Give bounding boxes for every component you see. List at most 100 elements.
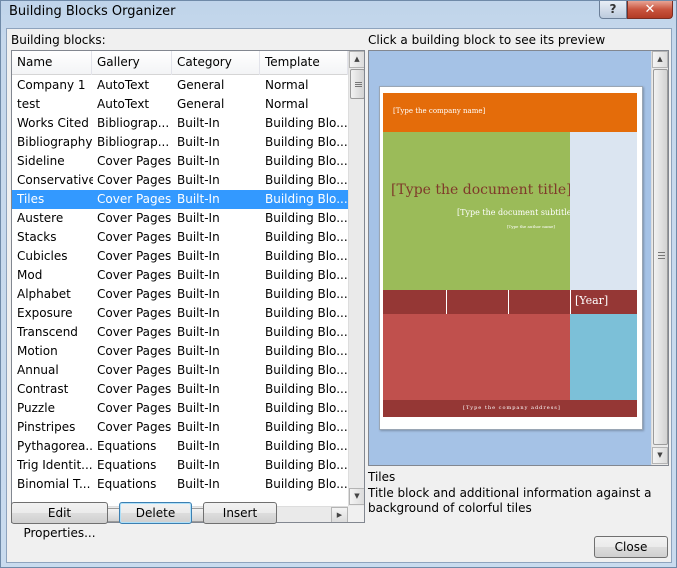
template-cell: Building Blo... <box>265 306 347 320</box>
preview-vertical-scrollbar[interactable]: ▲ ▼ <box>651 51 668 465</box>
list-item[interactable]: Pythagorea... Equations Built-In Building B… <box>12 437 348 456</box>
list-item[interactable]: Bibliography Bibliograp... Built-In Buildin… <box>12 133 348 152</box>
list-item[interactable]: Mod Cover Pages Built-In Building Blo... <box>12 266 348 285</box>
template-cell: Normal <box>265 78 309 92</box>
band-divider <box>570 290 571 314</box>
list-item[interactable]: Contrast Cover Pages Built-In Building Blo.… <box>12 380 348 399</box>
list-item[interactable]: Trig Identit... Equations Built-In Building… <box>12 456 348 475</box>
gallery-cell: Cover Pages <box>97 192 172 206</box>
list-item[interactable]: test AutoText General Normal <box>12 95 348 114</box>
list-item[interactable]: Company 1 AutoText General Normal <box>12 76 348 95</box>
column-header-template[interactable]: Template <box>260 51 348 75</box>
scroll-down-arrow-icon[interactable]: ▼ <box>349 488 364 505</box>
delete-button[interactable]: Delete <box>119 502 192 524</box>
preview-scroll-down-arrow-icon[interactable]: ▼ <box>652 447 668 464</box>
gallery-cell: Cover Pages <box>97 230 172 244</box>
close-window-button[interactable]: ✕ <box>627 1 673 19</box>
column-header-gallery[interactable]: Gallery <box>92 51 172 75</box>
edit-properties-button[interactable]: Edit Properties... <box>11 502 108 540</box>
name-cell: Austere <box>17 211 64 225</box>
scroll-up-arrow-icon[interactable]: ▲ <box>349 51 364 68</box>
category-cell: Built-In <box>177 249 220 263</box>
selected-block-description: Title block and additional information a… <box>368 486 652 515</box>
dialog-title: Building Blocks Organizer <box>9 4 176 19</box>
gallery-cell: Cover Pages <box>97 363 172 377</box>
list-item[interactable]: Conservative Cover Pages Built-In Building … <box>12 171 348 190</box>
category-cell: Built-In <box>177 173 220 187</box>
name-cell: Exposure <box>17 306 73 320</box>
light-blue-tile <box>570 314 637 400</box>
building-blocks-list[interactable]: Name Gallery Category Template Company 1… <box>11 50 365 523</box>
band-divider <box>446 290 447 314</box>
category-cell: Built-In <box>177 401 220 415</box>
cover-page-preview: [Type the company name] [Type the docume… <box>379 86 643 430</box>
pale-tile <box>570 132 637 290</box>
list-item[interactable]: Works Cited Bibliograp... Built-In Building… <box>12 114 348 133</box>
name-cell: Alphabet <box>17 287 71 301</box>
name-cell: Motion <box>17 344 58 358</box>
scroll-right-arrow-icon[interactable]: ▶ <box>331 507 348 522</box>
band-divider <box>508 290 509 314</box>
name-cell: Stacks <box>17 230 57 244</box>
help-button[interactable]: ? <box>599 1 627 19</box>
insert-button[interactable]: Insert <box>203 502 277 524</box>
category-cell: Built-In <box>177 287 220 301</box>
template-cell: Building Blo... <box>265 287 347 301</box>
column-header-name[interactable]: Name <box>12 51 92 75</box>
name-cell: Bibliography <box>17 135 93 149</box>
template-cell: Building Blo... <box>265 477 347 491</box>
selected-block-name: Tiles <box>368 470 396 484</box>
list-item[interactable]: Tiles Cover Pages Built-In Building Blo... <box>12 190 348 209</box>
list-item[interactable]: Stacks Cover Pages Built-In Building Blo... <box>12 228 348 247</box>
list-item[interactable]: Alphabet Cover Pages Built-In Building Blo.… <box>12 285 348 304</box>
name-cell: Cubicles <box>17 249 68 263</box>
list-item[interactable]: Exposure Cover Pages Built-In Building Blo.… <box>12 304 348 323</box>
year-band: [Year] <box>383 290 637 314</box>
list-item[interactable]: Sideline Cover Pages Built-In Building Blo.… <box>12 152 348 171</box>
grip-line <box>658 258 665 259</box>
dialog-window: Building Blocks Organizer ? ✕ Building b… <box>0 0 677 568</box>
document-title-placeholder: [Type the document title] <box>391 182 572 198</box>
list-item[interactable]: Motion Cover Pages Built-In Building Blo... <box>12 342 348 361</box>
grip-line <box>355 84 362 85</box>
gallery-cell: Bibliograp... <box>97 135 170 149</box>
dialog-body: Building blocks: Name Gallery Category T… <box>6 28 672 563</box>
list-item[interactable]: Binomial T... Equations Built-In Building B… <box>12 475 348 494</box>
list-item[interactable]: Transcend Cover Pages Built-In Building Blo… <box>12 323 348 342</box>
template-cell: Building Blo... <box>265 382 347 396</box>
grip-line <box>658 255 665 256</box>
template-cell: Building Blo... <box>265 116 347 130</box>
author-name-placeholder: [Type the author name] <box>507 224 555 229</box>
category-cell: Built-In <box>177 192 220 206</box>
gallery-cell: Cover Pages <box>97 306 172 320</box>
list-item[interactable]: Annual Cover Pages Built-In Building Blo... <box>12 361 348 380</box>
template-cell: Building Blo... <box>265 230 347 244</box>
list-item[interactable]: Cubicles Cover Pages Built-In Building Blo.… <box>12 247 348 266</box>
category-cell: General <box>177 78 225 92</box>
list-vertical-scroll-thumb[interactable] <box>350 69 364 99</box>
preview-pane: [Type the company name] [Type the docume… <box>368 50 669 466</box>
template-cell: Building Blo... <box>265 325 347 339</box>
name-cell: Conservative <box>17 173 93 187</box>
name-cell: Company 1 <box>17 78 86 92</box>
close-button[interactable]: Close <box>594 536 668 558</box>
list-vertical-scrollbar[interactable]: ▲ ▼ <box>348 51 364 506</box>
category-cell: Built-In <box>177 230 220 244</box>
building-blocks-label: Building blocks: <box>11 33 106 47</box>
title-bar[interactable]: Building Blocks Organizer ? ✕ <box>1 1 676 27</box>
list-rows: Company 1 AutoText General Normal test AutoTe… <box>12 76 348 506</box>
column-header-category[interactable]: Category <box>172 51 260 75</box>
list-item[interactable]: Puzzle Cover Pages Built-In Building Blo... <box>12 399 348 418</box>
help-icon: ? <box>609 2 617 16</box>
category-cell: Built-In <box>177 344 220 358</box>
gallery-cell: Cover Pages <box>97 249 172 263</box>
gallery-cell: Cover Pages <box>97 287 172 301</box>
list-item[interactable]: Pinstripes Cover Pages Built-In Building Bl… <box>12 418 348 437</box>
preview-scroll-up-arrow-icon[interactable]: ▲ <box>652 51 668 68</box>
list-item[interactable]: Austere Cover Pages Built-In Building Blo..… <box>12 209 348 228</box>
document-subtitle-placeholder: [Type the document subtitle] <box>457 208 575 217</box>
preview-scroll-thumb[interactable] <box>653 69 668 445</box>
name-cell: Transcend <box>17 325 78 339</box>
grip-line <box>355 82 362 83</box>
gallery-cell: AutoText <box>97 97 150 111</box>
